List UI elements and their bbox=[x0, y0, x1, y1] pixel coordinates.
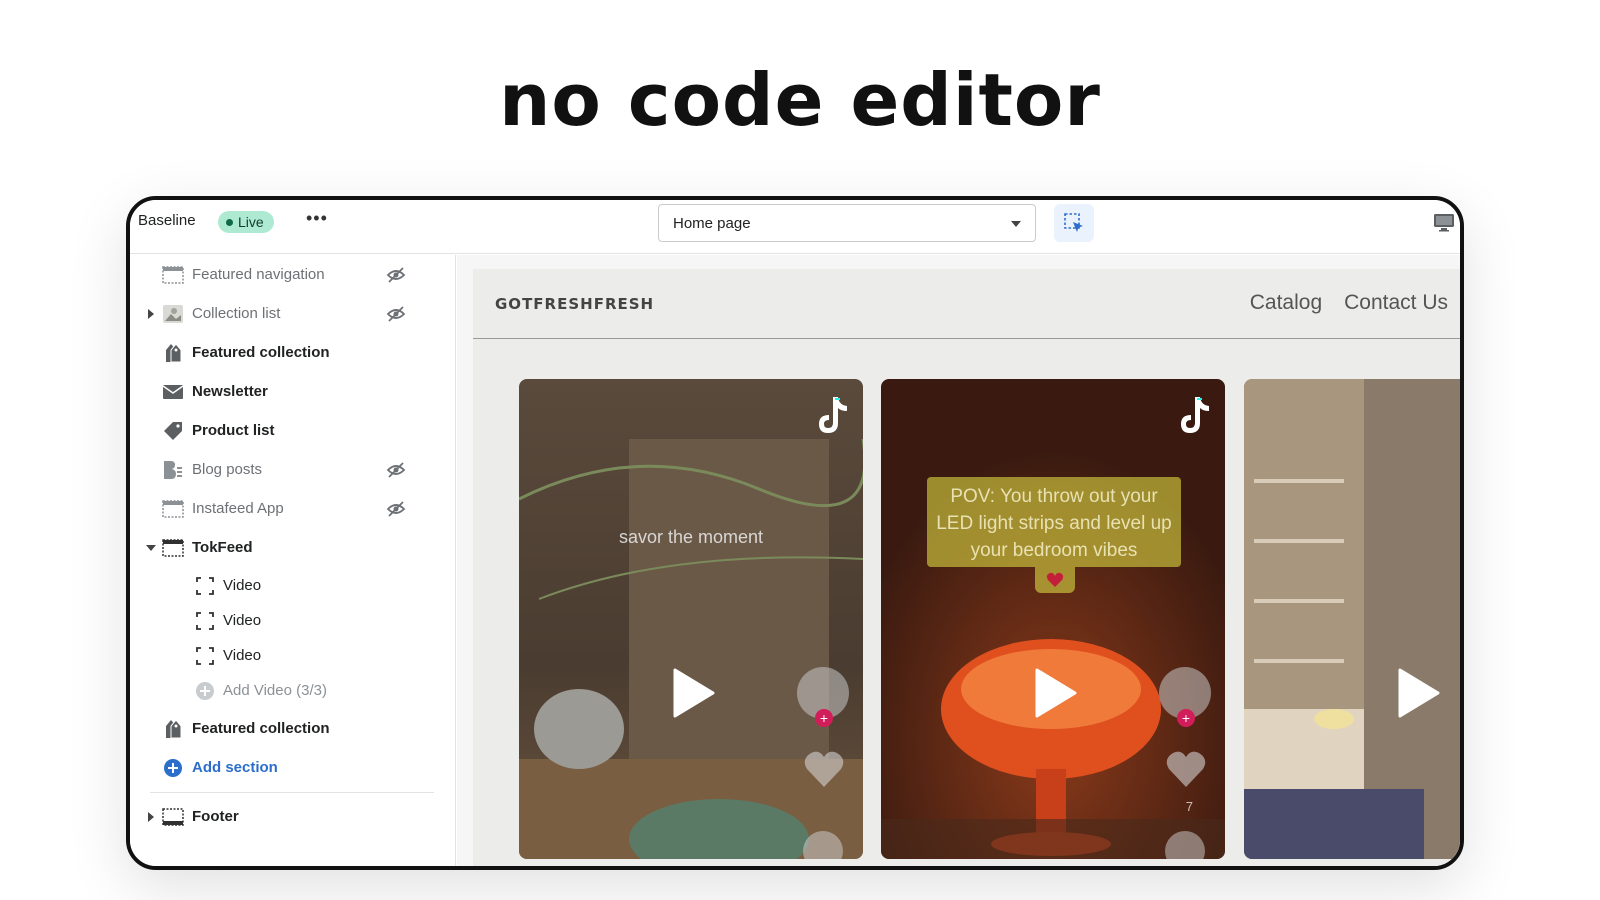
section-label: Collection list bbox=[192, 305, 281, 322]
live-status-badge: Live bbox=[218, 211, 274, 233]
play-icon[interactable] bbox=[1396, 667, 1440, 719]
store-header: GOTFRESHFRESH Catalog Contact Us bbox=[473, 269, 1460, 339]
page-headline: no code editor bbox=[499, 58, 1101, 142]
block-frame-icon bbox=[196, 612, 214, 630]
nav-link-contact[interactable]: Contact Us bbox=[1344, 291, 1448, 315]
section-label: Product list bbox=[192, 422, 275, 439]
add-section-button[interactable]: Add section bbox=[130, 750, 456, 786]
section-label: Blog posts bbox=[192, 461, 263, 478]
inspector-toggle-button[interactable] bbox=[1054, 204, 1094, 242]
block-label: Video bbox=[223, 612, 262, 629]
block-label: Video bbox=[223, 647, 262, 664]
chevron-right-icon[interactable] bbox=[148, 309, 154, 319]
section-label: Featured navigation bbox=[192, 266, 325, 283]
collection-icon bbox=[166, 343, 182, 363]
store-page: GOTFRESHFRESH Catalog Contact Us savor t… bbox=[473, 269, 1460, 866]
eye-off-icon[interactable] bbox=[386, 499, 406, 519]
follow-plus-icon[interactable]: + bbox=[815, 709, 833, 727]
video-thumbnail bbox=[1244, 379, 1460, 859]
tiktok-video-card[interactable]: savor the moment + bbox=[519, 379, 863, 859]
store-nav: Catalog Contact Us bbox=[1250, 291, 1448, 315]
store-logo[interactable]: GOTFRESHFRESH bbox=[495, 295, 654, 313]
heart-icon[interactable] bbox=[1165, 749, 1207, 789]
block-video[interactable]: Video bbox=[130, 603, 456, 639]
desktop-view-icon[interactable] bbox=[1432, 210, 1456, 234]
video-caption: POV: You throw out your LED light strips… bbox=[936, 486, 1172, 561]
play-icon[interactable] bbox=[671, 667, 715, 719]
video-caption: savor the moment bbox=[618, 527, 764, 547]
eye-off-icon[interactable] bbox=[386, 265, 406, 285]
tag-icon bbox=[164, 422, 182, 440]
tiktok-video-card[interactable]: POV: You throw out your LED light strips… bbox=[881, 379, 1225, 859]
add-video-label: Add Video (3/3) bbox=[223, 682, 327, 699]
section-featured-collection-2[interactable]: Featured collection bbox=[130, 711, 456, 747]
image-icon bbox=[163, 305, 183, 323]
collection-icon bbox=[166, 719, 182, 739]
heart-emoji-icon bbox=[1046, 572, 1064, 587]
section-label: Footer bbox=[192, 808, 239, 825]
plus-circle-icon bbox=[164, 759, 182, 777]
section-featured-navigation[interactable]: Featured navigation bbox=[130, 257, 456, 293]
block-video[interactable]: Video bbox=[130, 568, 456, 604]
chevron-down-icon[interactable] bbox=[146, 545, 156, 551]
plus-circle-icon bbox=[196, 682, 214, 700]
tiktok-logo-icon bbox=[1181, 397, 1209, 433]
mail-icon bbox=[162, 385, 184, 399]
section-icon bbox=[162, 539, 184, 557]
nav-link-catalog[interactable]: Catalog bbox=[1250, 291, 1322, 315]
chevron-down-icon bbox=[1011, 221, 1021, 227]
add-video-button[interactable]: Add Video (3/3) bbox=[130, 673, 456, 709]
section-label: Featured collection bbox=[192, 720, 330, 737]
section-tokfeed[interactable]: TokFeed bbox=[130, 530, 456, 566]
live-dot-icon bbox=[226, 218, 233, 226]
page-selector-dropdown[interactable]: Home page bbox=[658, 204, 1036, 242]
block-video[interactable]: Video bbox=[130, 638, 456, 674]
add-section-label: Add section bbox=[192, 759, 278, 776]
section-icon bbox=[162, 500, 184, 518]
section-featured-collection[interactable]: Featured collection bbox=[130, 335, 456, 371]
tiktok-video-card[interactable] bbox=[1244, 379, 1460, 859]
like-count: 7 bbox=[1185, 799, 1193, 814]
section-label: TokFeed bbox=[192, 539, 253, 556]
editor-window: Baseline Live ••• Home page Featured nav… bbox=[126, 196, 1464, 870]
follow-plus-icon[interactable]: + bbox=[1177, 709, 1195, 727]
play-icon[interactable] bbox=[1033, 667, 1077, 719]
block-frame-icon bbox=[196, 577, 214, 595]
editor-topbar: Baseline Live ••• Home page bbox=[130, 200, 1460, 254]
section-instafeed-app[interactable]: Instafeed App bbox=[130, 491, 456, 527]
emoji-tag bbox=[1035, 567, 1075, 593]
eye-off-icon[interactable] bbox=[386, 304, 406, 324]
block-label: Video bbox=[223, 577, 262, 594]
section-label: Featured collection bbox=[192, 344, 330, 361]
section-footer[interactable]: Footer bbox=[130, 799, 456, 835]
page-selector-value: Home page bbox=[673, 215, 751, 232]
eye-off-icon[interactable] bbox=[386, 460, 406, 480]
section-collection-list[interactable]: Collection list bbox=[130, 296, 456, 332]
more-actions-button[interactable]: ••• bbox=[306, 208, 328, 229]
live-badge-label: Live bbox=[238, 214, 264, 230]
blog-icon bbox=[164, 461, 182, 479]
select-cursor-icon bbox=[1064, 213, 1083, 232]
block-frame-icon bbox=[196, 647, 214, 665]
sidebar-divider bbox=[150, 792, 434, 793]
section-icon bbox=[162, 266, 184, 284]
sections-sidebar: Featured navigation Collection list Feat… bbox=[130, 255, 456, 866]
store-preview: GOTFRESHFRESH Catalog Contact Us savor t… bbox=[457, 255, 1460, 866]
section-label: Instafeed App bbox=[192, 500, 284, 517]
heart-icon[interactable] bbox=[803, 749, 845, 789]
section-blog-posts[interactable]: Blog posts bbox=[130, 452, 456, 488]
tiktok-logo-icon bbox=[819, 397, 847, 433]
section-product-list[interactable]: Product list bbox=[130, 413, 456, 449]
section-label: Newsletter bbox=[192, 383, 268, 400]
section-icon bbox=[162, 808, 184, 826]
section-newsletter[interactable]: Newsletter bbox=[130, 374, 456, 410]
theme-name: Baseline bbox=[138, 212, 196, 229]
chevron-right-icon[interactable] bbox=[148, 812, 154, 822]
